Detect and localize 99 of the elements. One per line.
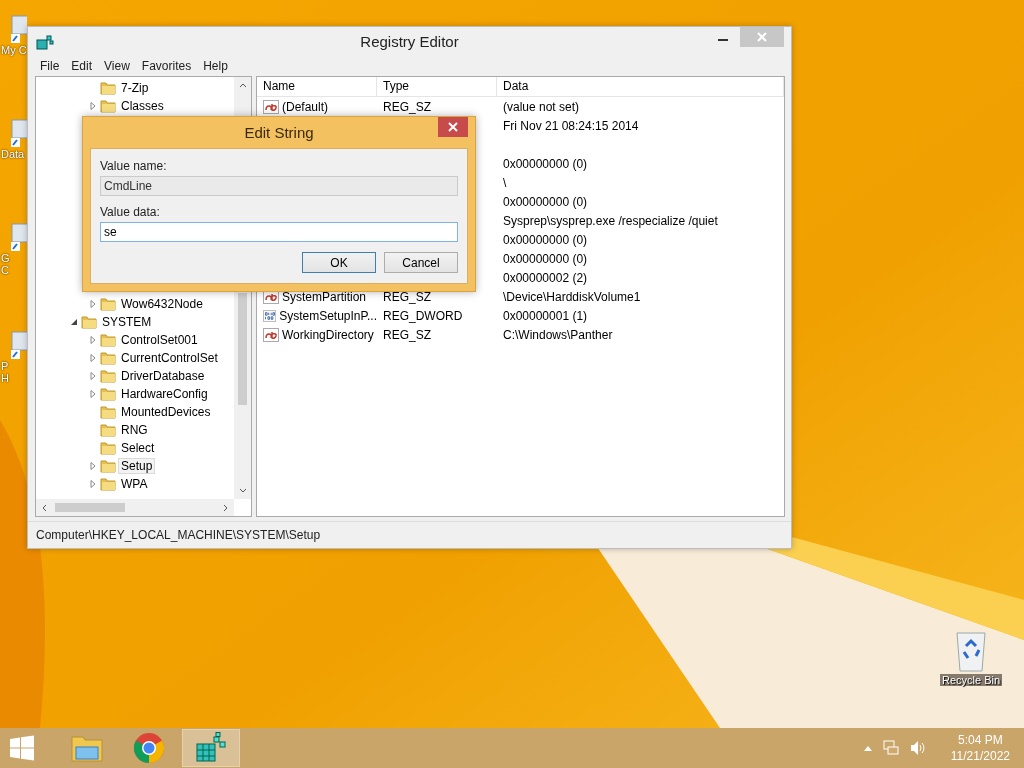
tree-item[interactable]: Wow6432Node [119,297,205,311]
tree-item[interactable]: 7-Zip [119,81,151,95]
tree-item[interactable]: CurrentControlSet [119,351,220,365]
app-cubes-icon [36,33,54,50]
field-label: Value name: [100,159,168,173]
menu-item[interactable]: File [34,57,66,75]
value-data: C:\Windows\Panther [503,327,613,342]
value-data: 0x00000002 (2) [503,270,588,285]
column-header[interactable]: Name [257,77,377,96]
tree-item[interactable]: SYSTEM [100,315,154,329]
value-data: Sysprep\sysprep.exe /respecialize /quiet [503,213,718,228]
value-data: \Device\HarddiskVolume1 [503,289,641,304]
tree-item[interactable]: RNG [119,423,150,437]
folder-icon [81,315,97,329]
menu-item[interactable]: Help [197,57,234,75]
value-data: \ [503,175,507,190]
value-type: REG_SZ [383,289,431,304]
expand-arrow-icon[interactable] [89,372,97,380]
expand-arrow-icon[interactable] [89,390,97,398]
value-name[interactable]: WorkingDirectory [282,327,374,342]
expand-arrow-icon[interactable] [89,480,97,488]
tree-item[interactable]: Classes [119,99,166,113]
folder-icon [100,333,116,347]
folder-icon [100,477,116,491]
dialog-button[interactable]: Cancel [384,252,458,273]
desktop-icon-label: H [1,372,9,384]
recycle-bin-icon[interactable] [954,630,989,674]
value-data: 0x00000001 (1) [503,308,588,323]
value-name[interactable]: (Default) [282,99,328,114]
chrome-logo-icon [133,732,165,764]
value-data: 0x00000000 (0) [503,194,588,209]
menu-item[interactable]: Edit [65,57,99,75]
value-name[interactable]: SystemSetupInP... [279,308,377,323]
expand-arrow-icon[interactable] [89,462,97,470]
expand-arrow-icon[interactable] [89,336,97,344]
folder-icon [100,351,116,365]
binary-value-icon [263,308,277,323]
caret-up-icon[interactable] [862,745,873,751]
expand-arrow-icon[interactable] [89,354,97,362]
dialog-button[interactable]: OK [302,252,376,273]
windows-logo-icon[interactable] [8,734,36,762]
folder-icon [100,369,116,383]
tree-item[interactable]: HardwareConfig [119,387,210,401]
close-button[interactable] [438,117,468,137]
shortcut-icon[interactable] [10,222,27,252]
string-value-icon [263,327,279,342]
desktop-icon-label: P [1,360,9,372]
value-type: REG_SZ [383,327,431,342]
value-name[interactable]: SystemPartition [282,289,367,304]
tree-item[interactable]: WPA [119,477,150,491]
desktop-icon-label: My C [1,44,27,56]
tree-item[interactable]: MountedDevices [119,405,213,419]
folder-icon [100,423,116,437]
horizontal-scrollbar[interactable] [36,499,234,516]
column-header[interactable]: Type [377,77,497,96]
folder-icon [100,81,116,95]
tree-item[interactable]: Setup [119,459,155,473]
value-data: (value not set) [503,99,580,114]
taskbar-button[interactable] [182,729,240,767]
folder-icon [100,297,116,311]
dialog-title: Edit String [244,124,314,141]
menu-item[interactable]: Favorites [135,57,198,75]
text-field[interactable]: se [100,222,458,242]
status-bar-path: Computer\HKEY_LOCAL_MACHINE\SYSTEM\Setup [36,528,321,542]
field-label: Value data: [100,205,161,219]
shortcut-icon[interactable] [10,330,27,360]
desktop-icon-label: G [1,252,10,264]
value-data: 0x00000000 (0) [503,232,588,247]
window-title: Registry Editor [359,33,460,50]
column-header[interactable]: Data [497,77,784,96]
string-value-icon [263,99,279,114]
folder-icon [100,441,116,455]
tree-item[interactable]: Select [119,441,157,455]
value-type: REG_SZ [383,99,431,114]
folder-icon [100,387,116,401]
value-type: REG_DWORD [383,308,463,323]
menu-item[interactable]: View [98,57,136,75]
folder-icon [100,99,116,113]
expand-arrow-icon[interactable] [89,300,97,308]
network-icon[interactable] [882,740,899,756]
folder-icon [100,405,116,419]
value-data: 0x00000000 (0) [503,251,588,266]
collapse-arrow-icon[interactable] [70,318,78,326]
scrollbar-thumb[interactable] [55,503,125,512]
desktop-icon-label: Data [1,148,25,160]
folder-icon [100,459,116,473]
value-data: 0x00000000 (0) [503,156,588,171]
cubes-icon [194,732,228,764]
scrollbar-thumb[interactable] [238,293,247,405]
tree-item[interactable]: DriverDatabase [119,369,207,383]
tree-item[interactable]: ControlSet001 [119,333,200,347]
folder-icon [70,733,104,763]
expand-arrow-icon[interactable] [89,102,97,110]
shortcut-icon[interactable] [10,14,27,44]
desktop-icon-label: Recycle Bin [940,674,1003,686]
value-data: Fri Nov 21 08:24:15 2014 [503,118,639,133]
speaker-icon[interactable] [908,740,927,756]
desktop-icon-label: C [1,264,9,276]
shortcut-icon[interactable] [10,118,27,148]
